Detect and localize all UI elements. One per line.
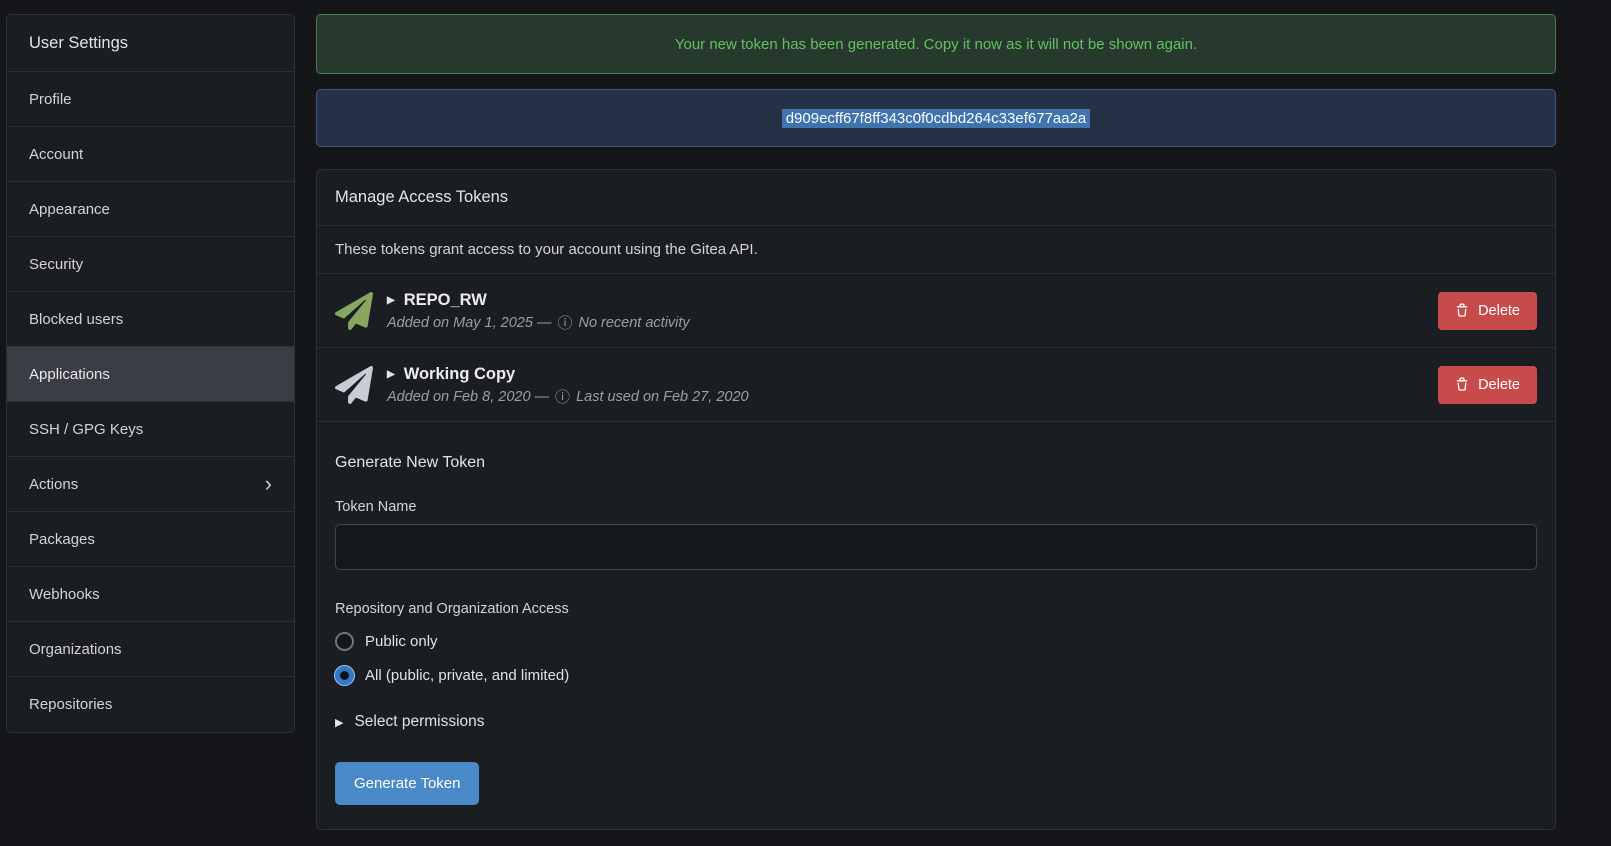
radio-all-access[interactable]: All (public, private, and limited) bbox=[335, 666, 569, 685]
info-icon: ⓘ bbox=[555, 390, 570, 405]
settings-sidebar: User Settings Profile Account Appearance… bbox=[6, 14, 295, 733]
token-name: REPO_RW bbox=[404, 291, 487, 310]
token-value: d909ecff67f8ff343c0f0cdbd264c33ef677aa2a bbox=[782, 109, 1091, 128]
token-info: ▶ REPO_RW Added on May 1, 2025 — ⓘ No re… bbox=[387, 290, 1438, 331]
paper-plane-shape bbox=[335, 366, 373, 404]
delete-button-label: Delete bbox=[1478, 377, 1520, 393]
token-name-toggle[interactable]: ▶ REPO_RW bbox=[387, 291, 487, 310]
panel-title: Manage Access Tokens bbox=[317, 170, 1555, 226]
paper-plane-icon bbox=[335, 292, 373, 330]
sidebar-item-applications[interactable]: Applications bbox=[7, 347, 294, 402]
sidebar-item-label: Security bbox=[29, 256, 83, 273]
sidebar-item-label: Appearance bbox=[29, 201, 110, 218]
token-row: ▶ Working Copy Added on Feb 8, 2020 — ⓘ … bbox=[317, 348, 1555, 422]
new-token-display: d909ecff67f8ff343c0f0cdbd264c33ef677aa2a bbox=[316, 89, 1556, 147]
paper-plane-icon bbox=[335, 366, 373, 404]
success-banner: Your new token has been generated. Copy … bbox=[316, 14, 1556, 74]
sidebar-item-label: SSH / GPG Keys bbox=[29, 421, 143, 438]
sidebar-item-label: Organizations bbox=[29, 641, 122, 658]
expand-triangle-icon: ▶ bbox=[387, 295, 395, 306]
panel-description: These tokens grant access to your accoun… bbox=[317, 226, 1555, 274]
repo-org-access-label: Repository and Organization Access bbox=[335, 601, 1537, 617]
generate-token-button[interactable]: Generate Token bbox=[335, 762, 479, 805]
generate-token-title: Generate New Token bbox=[335, 454, 1537, 472]
sidebar-item-label: Repositories bbox=[29, 696, 112, 713]
sidebar-item-label: Account bbox=[29, 146, 83, 163]
sidebar-item-label: Profile bbox=[29, 91, 72, 108]
token-name-input[interactable] bbox=[335, 524, 1537, 570]
chevron-right-icon: › bbox=[265, 473, 272, 495]
sidebar-item-packages[interactable]: Packages bbox=[7, 512, 294, 567]
trash-icon bbox=[1455, 377, 1469, 392]
token-activity: Last used on Feb 27, 2020 bbox=[576, 389, 749, 405]
token-name: Working Copy bbox=[404, 365, 516, 384]
radio-checked-icon bbox=[335, 666, 354, 685]
sidebar-item-organizations[interactable]: Organizations bbox=[7, 622, 294, 677]
sidebar-item-actions[interactable]: Actions › bbox=[7, 457, 294, 512]
sidebar-item-appearance[interactable]: Appearance bbox=[7, 182, 294, 237]
sidebar-item-security[interactable]: Security bbox=[7, 237, 294, 292]
main-content: Your new token has been generated. Copy … bbox=[316, 14, 1556, 830]
sidebar-item-blocked-users[interactable]: Blocked users bbox=[7, 292, 294, 347]
sidebar-item-label: Webhooks bbox=[29, 586, 100, 603]
token-added-date: Added on May 1, 2025 — bbox=[387, 315, 551, 331]
radio-label: All (public, private, and limited) bbox=[365, 667, 569, 684]
delete-token-button[interactable]: Delete bbox=[1438, 366, 1537, 404]
select-permissions-label: Select permissions bbox=[354, 713, 484, 731]
delete-token-button[interactable]: Delete bbox=[1438, 292, 1537, 330]
token-info: ▶ Working Copy Added on Feb 8, 2020 — ⓘ … bbox=[387, 364, 1438, 405]
sidebar-item-account[interactable]: Account bbox=[7, 127, 294, 182]
delete-button-label: Delete bbox=[1478, 303, 1520, 319]
sidebar-item-label: Packages bbox=[29, 531, 95, 548]
sidebar-item-profile[interactable]: Profile bbox=[7, 72, 294, 127]
expand-triangle-icon: ▶ bbox=[335, 716, 343, 729]
page: User Settings Profile Account Appearance… bbox=[0, 0, 1611, 830]
sidebar-item-repositories[interactable]: Repositories bbox=[7, 677, 294, 732]
expand-triangle-icon: ▶ bbox=[387, 369, 395, 380]
success-banner-message: Your new token has been generated. Copy … bbox=[675, 36, 1197, 53]
radio-label: Public only bbox=[365, 633, 438, 650]
settings-menu: User Settings Profile Account Appearance… bbox=[6, 14, 295, 733]
sidebar-item-webhooks[interactable]: Webhooks bbox=[7, 567, 294, 622]
sidebar-item-label: Actions bbox=[29, 476, 78, 493]
generate-token-section: Generate New Token Token Name Repository… bbox=[317, 422, 1555, 829]
sidebar-item-ssh-gpg-keys[interactable]: SSH / GPG Keys bbox=[7, 402, 294, 457]
token-row: ▶ REPO_RW Added on May 1, 2025 — ⓘ No re… bbox=[317, 274, 1555, 348]
trash-icon bbox=[1455, 303, 1469, 318]
sidebar-item-label: Applications bbox=[29, 366, 110, 383]
token-name-label: Token Name bbox=[335, 499, 1537, 515]
info-icon: ⓘ bbox=[557, 316, 572, 331]
token-added-date: Added on Feb 8, 2020 — bbox=[387, 389, 549, 405]
token-activity: No recent activity bbox=[578, 315, 689, 331]
paper-plane-shape bbox=[335, 292, 373, 330]
access-tokens-panel: Manage Access Tokens These tokens grant … bbox=[316, 169, 1556, 830]
token-meta: Added on Feb 8, 2020 — ⓘ Last used on Fe… bbox=[387, 389, 1438, 405]
token-name-toggle[interactable]: ▶ Working Copy bbox=[387, 365, 515, 384]
radio-public-only[interactable]: Public only bbox=[335, 632, 438, 651]
select-permissions-toggle[interactable]: ▶ Select permissions bbox=[335, 713, 485, 731]
sidebar-item-label: Blocked users bbox=[29, 311, 123, 328]
sidebar-header: User Settings bbox=[7, 15, 294, 72]
token-meta: Added on May 1, 2025 — ⓘ No recent activ… bbox=[387, 315, 1438, 331]
radio-unchecked-icon bbox=[335, 632, 354, 651]
